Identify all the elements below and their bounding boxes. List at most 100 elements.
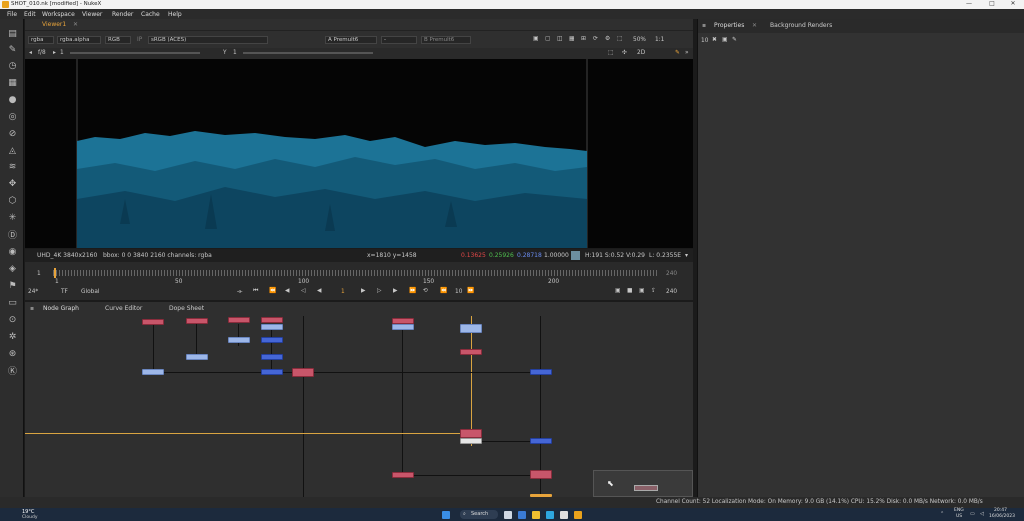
tray-chevron-icon[interactable]: ⌃: [940, 511, 944, 517]
tab-properties[interactable]: Properties: [714, 22, 744, 29]
volume-icon[interactable]: ◁: [980, 511, 984, 517]
other-icon[interactable]: ▭: [6, 296, 19, 309]
language-indicator[interactable]: ENG: [954, 508, 964, 513]
region-icon[interactable]: ◫: [557, 36, 562, 42]
time-icon[interactable]: ◷: [6, 59, 19, 72]
menu-edit[interactable]: Edit: [24, 11, 36, 18]
node[interactable]: [460, 349, 482, 355]
frame-step-icon[interactable]: ▸: [53, 50, 56, 56]
color-icon[interactable]: ●: [6, 93, 19, 106]
node[interactable]: [392, 324, 414, 330]
lock-icon[interactable]: ▣: [639, 288, 644, 294]
overlay-icon[interactable]: ▦: [569, 36, 574, 42]
toolsets-icon[interactable]: ⚑: [6, 279, 19, 292]
play-back-icon[interactable]: ◀: [317, 288, 321, 294]
node[interactable]: [392, 472, 414, 478]
tab-viewer1[interactable]: Viewer1: [42, 21, 66, 28]
flipbook-icon[interactable]: ▣: [615, 288, 620, 294]
lock-panel-icon[interactable]: ✎: [732, 37, 737, 43]
b-input-dropdown[interactable]: B Premult6: [421, 36, 471, 44]
menu-file[interactable]: File: [7, 11, 17, 18]
particles-icon[interactable]: ✳: [6, 211, 19, 224]
node[interactable]: [261, 324, 283, 330]
grid-icon[interactable]: ⊞: [581, 36, 586, 42]
roi-icon[interactable]: ▣: [533, 36, 538, 42]
node-graph[interactable]: ⬉: [25, 316, 693, 497]
node[interactable]: [460, 438, 482, 444]
transform-handle-icon[interactable]: ✣: [622, 50, 627, 56]
search-box[interactable]: ⌕ Search: [460, 510, 498, 519]
stop-icon[interactable]: ■: [627, 288, 632, 294]
max-panels-field[interactable]: 10: [701, 38, 708, 44]
transform-icon[interactable]: ✥: [6, 177, 19, 190]
node[interactable]: [228, 317, 250, 323]
folder-icon[interactable]: [532, 511, 540, 519]
clear-panels-icon[interactable]: ✖: [712, 37, 717, 43]
clock-time[interactable]: 20:47: [994, 508, 1007, 513]
node[interactable]: [530, 438, 552, 444]
node[interactable]: [186, 354, 208, 360]
tf-dropdown[interactable]: TF: [61, 289, 68, 295]
lut-dropdown[interactable]: sRGB (ACES): [148, 36, 268, 44]
node[interactable]: [142, 319, 164, 325]
node[interactable]: [530, 470, 552, 479]
node[interactable]: [530, 369, 552, 375]
3d-cube-icon[interactable]: ⬡: [6, 194, 19, 207]
frame-field[interactable]: 1: [60, 50, 64, 56]
float-panel-icon[interactable]: ▣: [722, 37, 727, 43]
gain-icon[interactable]: ◂: [29, 50, 32, 56]
select-icon[interactable]: ⬚: [608, 50, 613, 56]
refresh-icon[interactable]: ⟳: [593, 36, 598, 42]
views-icon[interactable]: ◉: [6, 245, 19, 258]
image-icon[interactable]: ▤: [6, 27, 19, 40]
overflow-icon[interactable]: »: [685, 50, 689, 56]
last-frame-icon[interactable]: ⏩: [409, 288, 416, 294]
knob-icon[interactable]: Ⓚ: [6, 364, 19, 377]
start-icon[interactable]: [442, 511, 450, 519]
end-frame-field[interactable]: 240: [666, 289, 677, 295]
network-icon[interactable]: ▭: [970, 511, 975, 517]
paint-icon[interactable]: ✎: [675, 50, 680, 56]
next-key-icon[interactable]: ▷: [377, 288, 381, 294]
menu-help[interactable]: Help: [168, 11, 182, 18]
ocula-icon[interactable]: ✲: [6, 330, 19, 343]
close-tab-icon[interactable]: ✕: [752, 22, 757, 29]
alpha-dropdown[interactable]: rgba.alpha: [57, 36, 101, 44]
loop-icon[interactable]: ⟲: [423, 288, 428, 294]
nuke-app-icon[interactable]: [574, 511, 582, 519]
minimap-viewport[interactable]: [634, 485, 658, 491]
tab-node-graph[interactable]: Node Graph: [43, 305, 79, 312]
node[interactable]: [261, 317, 283, 323]
step-field[interactable]: 10: [455, 289, 462, 295]
node[interactable]: [292, 368, 314, 377]
window-icon[interactable]: ▢: [545, 36, 550, 42]
current-frame-field[interactable]: 1: [341, 289, 345, 295]
furnace-icon[interactable]: ⊙: [6, 313, 19, 326]
app-icon[interactable]: [560, 511, 568, 519]
tab-curve-editor[interactable]: Curve Editor: [105, 305, 142, 312]
node[interactable]: [460, 324, 482, 333]
explorer-icon[interactable]: [518, 511, 526, 519]
node[interactable]: [460, 429, 482, 438]
node[interactable]: [186, 318, 208, 324]
playhead[interactable]: [54, 268, 56, 278]
plugin-icon[interactable]: ⊛: [6, 347, 19, 360]
display-dropdown[interactable]: RGB: [105, 36, 131, 44]
filter-icon[interactable]: ◎: [6, 110, 19, 123]
first-frame-icon[interactable]: ⏪: [269, 288, 276, 294]
step-back-key-icon[interactable]: ⏮: [253, 288, 258, 295]
gamma-slider[interactable]: [243, 52, 373, 54]
next-frame-icon[interactable]: ▶: [393, 288, 397, 294]
layers-icon[interactable]: ≋: [6, 160, 19, 173]
merge-icon[interactable]: ◬: [6, 144, 19, 157]
timeline-end-field[interactable]: 240: [666, 271, 677, 277]
minimize-button[interactable]: —: [958, 0, 980, 7]
info-dropdown-icon[interactable]: ▾: [685, 252, 688, 259]
proxy-icon[interactable]: ⬚: [617, 36, 622, 42]
tab-background-renders[interactable]: Background Renders: [770, 22, 832, 29]
menu-render[interactable]: Render: [112, 11, 133, 18]
close-tab-icon[interactable]: ✕: [73, 21, 78, 28]
tab-dope-sheet[interactable]: Dope Sheet: [169, 305, 204, 312]
deep-icon[interactable]: Ⓓ: [6, 228, 19, 241]
panel-menu-icon[interactable]: ▪: [30, 305, 34, 312]
